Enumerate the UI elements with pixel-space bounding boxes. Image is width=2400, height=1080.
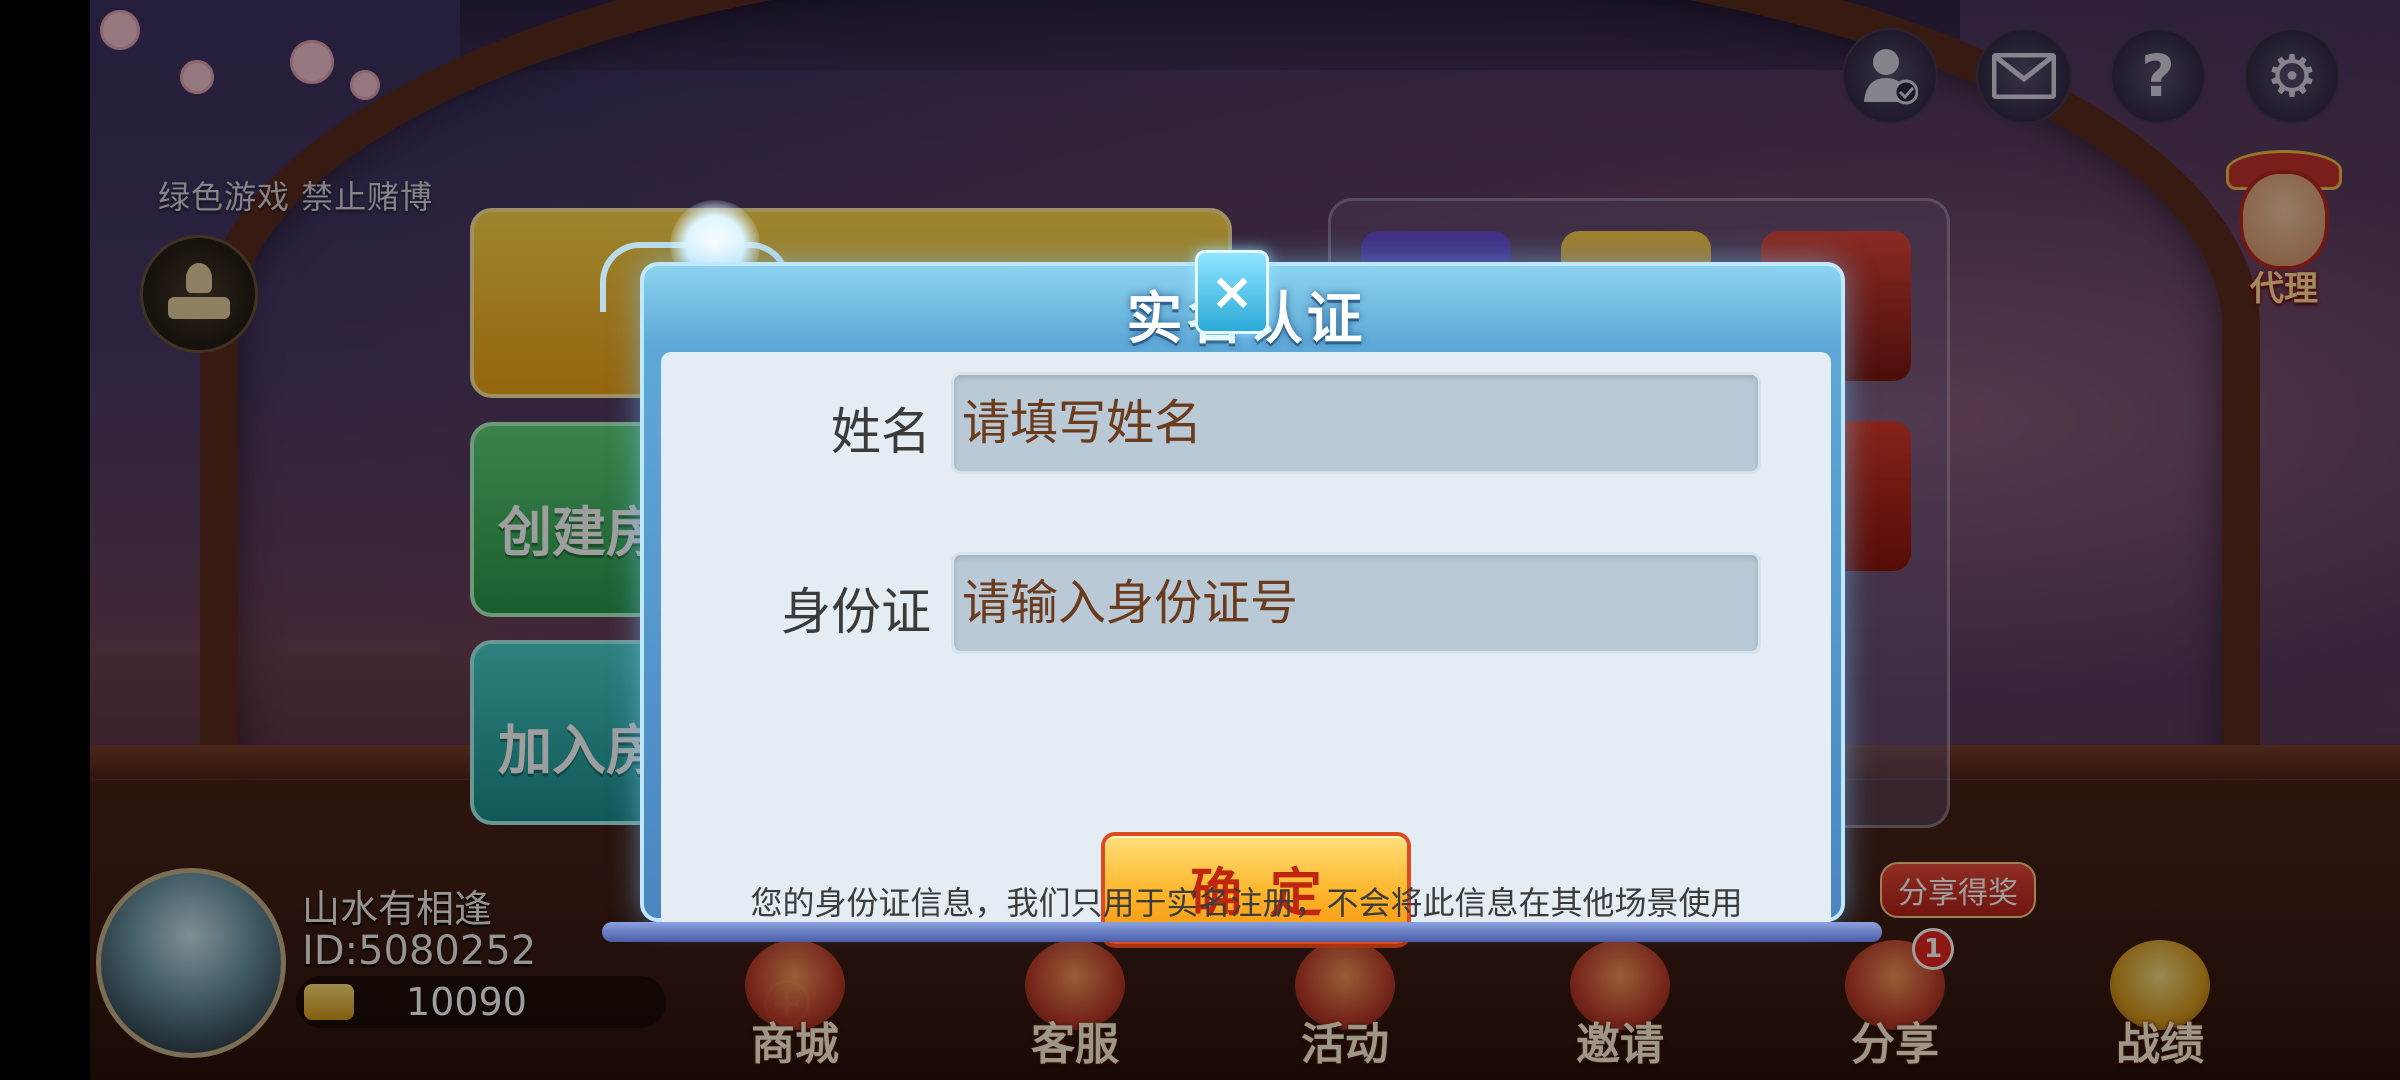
name-label: 姓名 (831, 403, 931, 461)
privacy-notice: 您的身份证信息，我们只用于实名注册，不会将此信息在其他场景使用 (750, 884, 1743, 922)
close-button[interactable]: × (1195, 250, 1269, 334)
name-input[interactable] (951, 372, 1761, 474)
dialog-frame: 实名认证 姓名 身份证 确定 您的身份证信息，我们只用于实名注册，不会将此信息在… (640, 262, 1845, 944)
id-card-input[interactable] (951, 552, 1761, 654)
id-card-label: 身份证 (781, 583, 931, 641)
dialog-base (602, 922, 1882, 942)
dialog-body: 姓名 身份证 确定 (661, 352, 1831, 944)
real-name-dialog: 实名认证 姓名 身份证 确定 您的身份证信息，我们只用于实名注册，不会将此信息在… (600, 200, 1882, 944)
